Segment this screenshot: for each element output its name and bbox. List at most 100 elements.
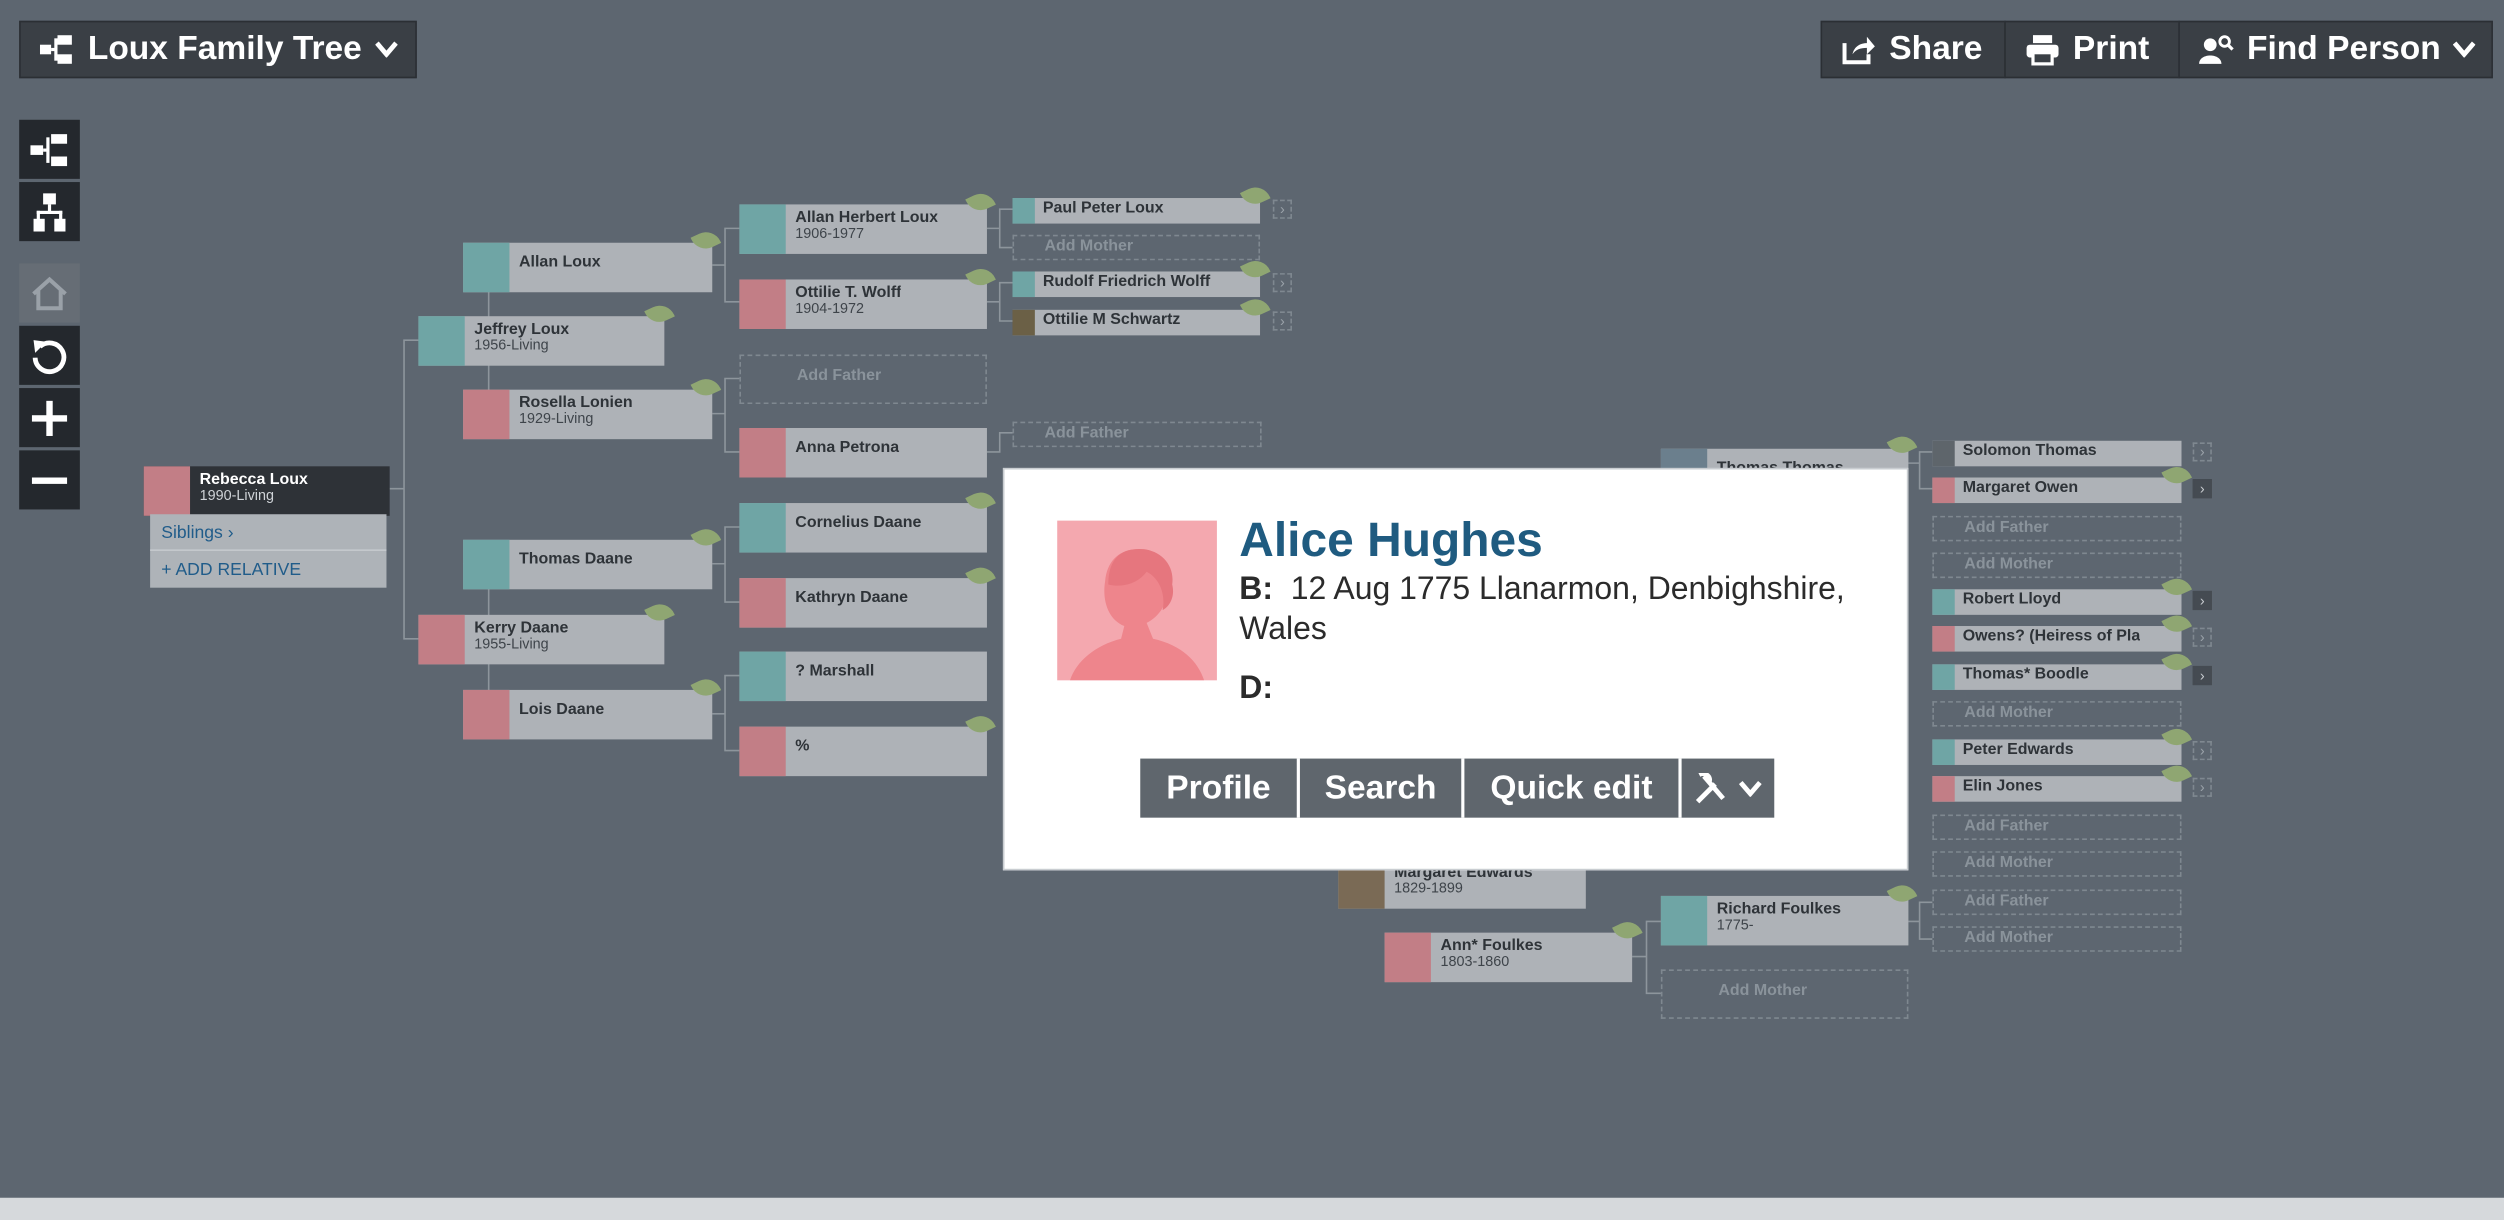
avatar xyxy=(739,578,786,628)
person-name: Allan Herbert Loux xyxy=(795,209,939,227)
person-card[interactable]: % xyxy=(739,726,987,777)
avatar xyxy=(1934,554,1956,576)
person-card[interactable]: Ann* Foulkes 1803-1860 xyxy=(1384,932,1633,983)
person-card[interactable]: Richard Foulkes 1775- xyxy=(1660,895,1909,946)
add-father-card[interactable]: Add Father xyxy=(739,354,987,405)
avatar xyxy=(739,427,786,478)
person-card[interactable]: Jeffrey Loux 1956-Living xyxy=(418,316,665,366)
person-name: Add Mother xyxy=(1718,982,1808,1000)
person-card[interactable]: Kathryn Daane xyxy=(739,578,987,628)
add-mother-card[interactable]: Add Mother xyxy=(1932,851,2182,877)
tree-canvas[interactable]: Loux Family Tree Share Print Find Person… xyxy=(0,0,2504,1220)
popup-person-name: Alice Hughes xyxy=(1239,514,1543,567)
person-card[interactable]: Solomon Thomas xyxy=(1932,440,2182,467)
reset-button[interactable] xyxy=(19,325,80,385)
expand-chevron[interactable]: › xyxy=(2192,741,2212,761)
person-card[interactable]: Rudolf Friedrich Wolff xyxy=(1012,271,1261,298)
zoom-out-button[interactable] xyxy=(19,450,80,510)
avatar xyxy=(739,503,786,553)
expand-chevron[interactable]: › xyxy=(2192,590,2212,611)
expand-chevron[interactable]: › xyxy=(1272,199,1292,219)
avatar xyxy=(1384,932,1431,983)
tree-title: Loux Family Tree xyxy=(87,30,362,68)
popup-actions: Profile Search Quick edit xyxy=(1140,758,1775,818)
person-name: Robert Lloyd xyxy=(1962,590,2062,609)
pedigree-view-button[interactable] xyxy=(19,119,80,179)
focus-person-card[interactable]: Rebecca Loux 1990-Living xyxy=(143,466,390,516)
birth-label: B: xyxy=(1239,571,1273,607)
avatar xyxy=(463,242,510,293)
expand-chevron[interactable]: › xyxy=(1272,273,1292,293)
avatar xyxy=(741,356,787,402)
expand-chevron[interactable]: › xyxy=(2192,479,2212,499)
expand-chevron[interactable]: › xyxy=(2192,442,2212,462)
add-mother-card[interactable]: Add Mother xyxy=(1012,234,1261,261)
zoom-in-button[interactable] xyxy=(19,388,80,448)
person-dates: 1904-1972 xyxy=(795,300,865,317)
quick-edit-button[interactable]: Quick edit xyxy=(1464,758,1682,818)
share-label: Share xyxy=(1889,30,1983,68)
person-card[interactable]: ? Marshall xyxy=(739,651,987,702)
chevron-down-icon xyxy=(374,41,397,58)
avatar xyxy=(739,651,786,702)
profile-button[interactable]: Profile xyxy=(1140,758,1300,818)
add-mother-card[interactable]: Add Mother xyxy=(1932,926,2182,952)
add-mother-card[interactable]: Add Mother xyxy=(1932,552,2182,579)
home-button[interactable] xyxy=(19,263,80,323)
avatar xyxy=(1014,236,1036,258)
person-card[interactable]: Robert Lloyd xyxy=(1932,589,2182,615)
add-relative-link[interactable]: + ADD RELATIVE xyxy=(161,561,301,580)
person-card[interactable]: Thomas Daane xyxy=(463,539,713,590)
avatar xyxy=(418,316,465,366)
person-card[interactable]: Ottilie T. Wolff 1904-1972 xyxy=(739,279,987,329)
avatar xyxy=(1932,739,1955,765)
siblings-link[interactable]: Siblings › xyxy=(161,524,233,543)
print-button[interactable]: Print xyxy=(2004,20,2180,79)
tree-selector-button[interactable]: Loux Family Tree xyxy=(19,20,417,79)
share-icon xyxy=(1842,36,1875,65)
tools-menu-button[interactable] xyxy=(1681,758,1775,818)
birth-value: 12 Aug 1775 Llanarmon, Denbighshire, Wal… xyxy=(1239,571,1845,647)
person-card[interactable]: Margaret Owen xyxy=(1932,477,2182,504)
search-button[interactable]: Search xyxy=(1299,758,1465,818)
descendant-view-button[interactable] xyxy=(19,182,80,242)
person-card[interactable]: Allan Loux xyxy=(463,242,713,293)
person-card[interactable]: Owens? (Heiress of Pla xyxy=(1932,626,2182,652)
add-father-card[interactable]: Add Father xyxy=(1012,421,1262,448)
avatar xyxy=(1932,664,1955,690)
expand-chevron[interactable]: › xyxy=(2192,777,2212,797)
person-name: Add Mother xyxy=(1964,929,2054,948)
avatar xyxy=(463,389,510,440)
person-card[interactable]: Allan Herbert Loux 1906-1977 xyxy=(739,204,987,254)
add-father-card[interactable]: Add Father xyxy=(1932,889,2182,916)
person-card[interactable]: Ottilie M Schwartz xyxy=(1012,309,1261,336)
avatar xyxy=(463,539,510,590)
expand-chevron[interactable]: › xyxy=(1272,311,1292,331)
person-card[interactable]: Kerry Daane 1955-Living xyxy=(418,614,665,665)
avatar xyxy=(1934,703,1956,725)
person-card[interactable]: Elin Jones xyxy=(1932,776,2182,802)
person-name: Jeffrey Loux xyxy=(474,320,570,339)
avatar xyxy=(739,279,786,329)
person-card[interactable]: Paul Peter Loux xyxy=(1012,198,1261,224)
avatar xyxy=(1934,517,1956,539)
person-name: Cornelius Daane xyxy=(795,514,922,532)
person-card[interactable]: Peter Edwards xyxy=(1932,739,2182,765)
person-card[interactable]: Lois Daane xyxy=(463,689,713,740)
os-taskbar xyxy=(0,1197,2504,1220)
expand-chevron[interactable]: › xyxy=(2192,627,2212,647)
avatar xyxy=(1014,423,1036,445)
person-card[interactable]: Cornelius Daane xyxy=(739,503,987,553)
person-card[interactable]: Rosella Lonien 1929-Living xyxy=(463,389,713,440)
person-card[interactable]: Anna Petrona xyxy=(739,427,987,478)
add-father-card[interactable]: Add Father xyxy=(1932,814,2182,841)
add-father-card[interactable]: Add Father xyxy=(1932,515,2182,542)
expand-chevron[interactable]: › xyxy=(2192,665,2212,686)
avatar xyxy=(739,726,786,777)
person-card[interactable]: Thomas* Boodle xyxy=(1932,664,2182,690)
add-mother-card[interactable]: Add Mother xyxy=(1932,701,2182,727)
share-button[interactable]: Share xyxy=(1820,20,2006,79)
add-mother-card[interactable]: Add Mother xyxy=(1660,969,1909,1019)
find-person-button[interactable]: Find Person xyxy=(2178,20,2493,79)
chevron-down-icon xyxy=(1739,780,1762,797)
